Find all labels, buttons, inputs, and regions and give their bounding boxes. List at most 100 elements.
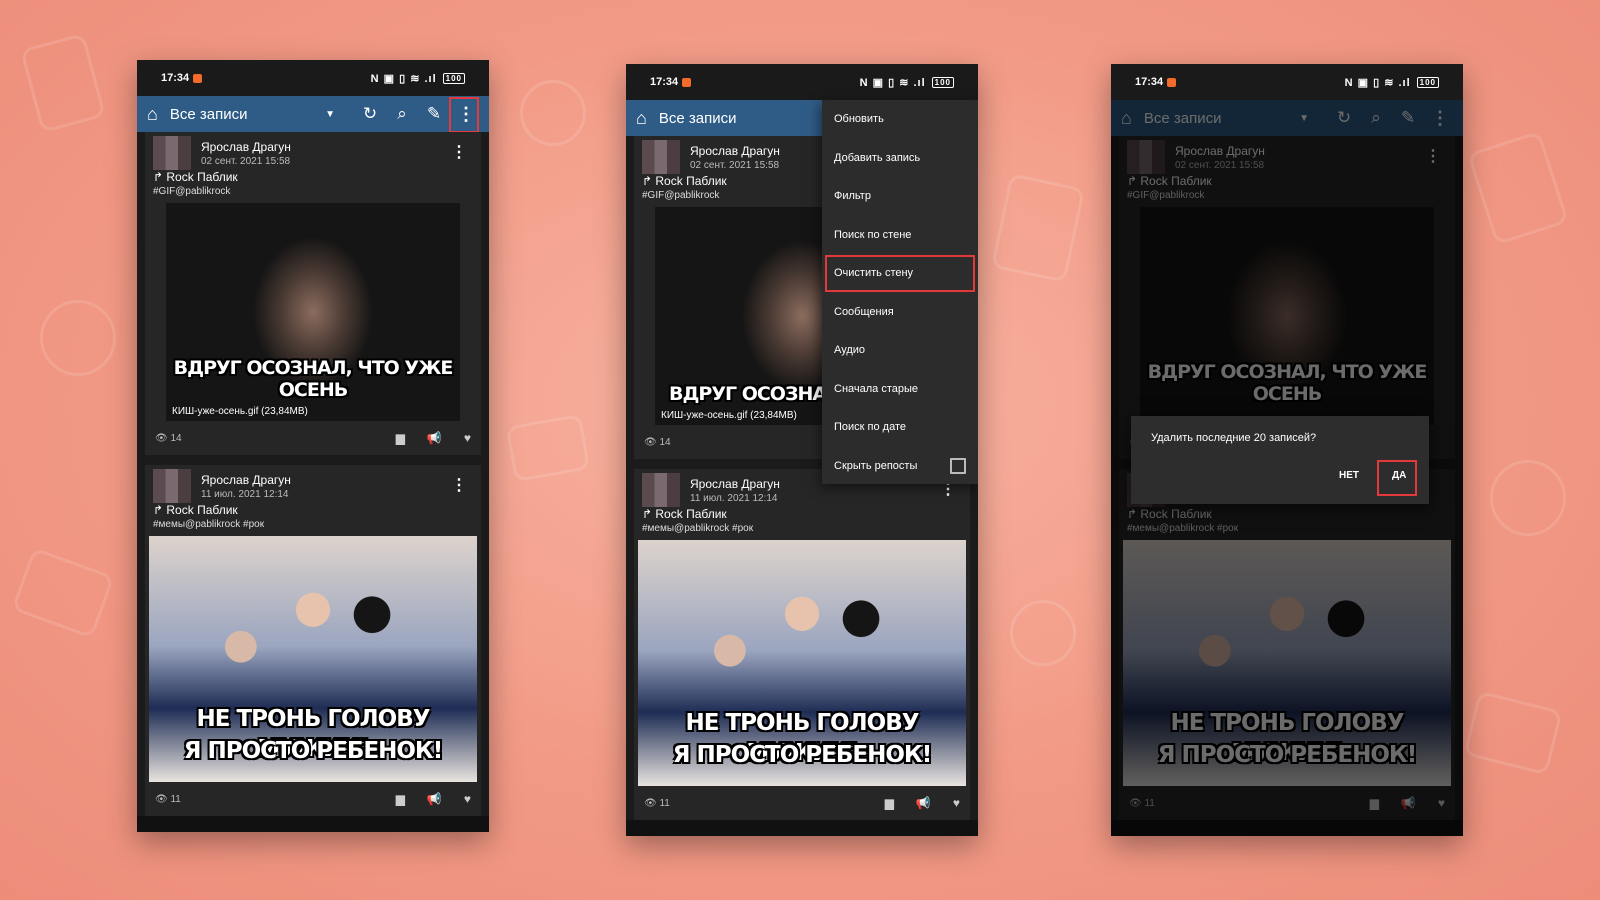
comment-icon[interactable]: ▆ xyxy=(396,792,405,806)
views-count: 👁 14 xyxy=(155,432,182,444)
post-card: Ярослав Драгун 11 июл. 2021 12:14 ⋮ ↱ Ro… xyxy=(145,465,481,816)
repost-source[interactable]: ↱ Rock Паблик xyxy=(145,170,481,184)
post-menu-icon[interactable]: ⋮ xyxy=(451,142,467,162)
share-icon[interactable]: 📢 xyxy=(427,792,442,806)
highlight-clear-wall xyxy=(825,255,975,292)
menu-item-refresh[interactable]: Обновить xyxy=(822,100,978,139)
like-icon[interactable]: ♥ xyxy=(464,792,471,806)
photo-caption-line2: Я ПРОСТО РЕБЕНОК! xyxy=(183,738,443,764)
highlight-more-button xyxy=(449,97,479,133)
wall-filter-title[interactable]: Все записи xyxy=(170,106,325,123)
avatar[interactable] xyxy=(642,140,680,174)
comment-icon[interactable]: ▆ xyxy=(396,431,405,445)
status-icons: N ▣ ▯ ≋ .ıl xyxy=(859,76,926,89)
dialog-message: Удалить последние 20 записей? xyxy=(1151,432,1317,444)
menu-item-label: Добавить запись xyxy=(834,151,921,164)
post-date: 11 июл. 2021 12:14 xyxy=(201,488,289,500)
views-value: 14 xyxy=(659,436,671,448)
menu-item-label: Сообщения xyxy=(834,305,894,318)
post-hashtags[interactable]: #GIF@pablikrock xyxy=(145,184,481,203)
avatar[interactable] xyxy=(153,136,191,170)
background-doodle xyxy=(11,547,115,639)
background-doodle xyxy=(19,32,107,134)
clock: 17:34 xyxy=(161,72,190,84)
menu-item-search-by-date[interactable]: Поиск по дате xyxy=(822,408,978,447)
avatar[interactable] xyxy=(642,473,680,507)
post-hashtags[interactable]: #мемы@pablikrock #рок xyxy=(634,521,970,540)
post-footer: 👁 14 ▆ 📢 ♥ xyxy=(145,421,481,455)
no-button[interactable]: НЕТ xyxy=(1339,470,1359,481)
gif-filename: КИШ-уже-осень.gif (23,84MB) xyxy=(661,410,797,421)
repost-source-label: Rock Паблик xyxy=(655,507,727,521)
status-bar: 17:34 N ▣ ▯ ≋ .ıl 100 xyxy=(1111,64,1463,100)
status-icons: N ▣ ▯ ≋ .ıl xyxy=(1344,76,1411,89)
background-doodle xyxy=(1010,600,1076,666)
menu-item-hide-reposts[interactable]: Скрыть репосты xyxy=(822,447,978,486)
menu-item-label: Поиск по стене xyxy=(834,228,912,241)
background-doodle xyxy=(1467,130,1569,246)
menu-item-audio[interactable]: Аудио xyxy=(822,331,978,370)
photo-caption-line2: Я ПРОСТО РЕБЕНОК! xyxy=(672,742,932,768)
post-footer: 👁 11 ▆ 📢 ♥ xyxy=(634,786,970,820)
menu-item-clear-wall[interactable]: Очистить стену xyxy=(822,254,978,293)
post-menu-icon[interactable]: ⋮ xyxy=(451,475,467,495)
like-icon[interactable]: ♥ xyxy=(464,431,471,445)
repost-source[interactable]: ↱ Rock Паблик xyxy=(634,507,970,521)
post-photo[interactable]: НЕ ТРОНЬ ГОЛОВУ МУЖИК! Я ПРОСТО РЕБЕНОК! xyxy=(149,536,477,782)
status-bar: 17:34 N ▣ ▯ ≋ .ıl 100 xyxy=(137,60,489,96)
hide-reposts-checkbox[interactable] xyxy=(950,457,966,474)
post-author[interactable]: Ярослав Драгун xyxy=(690,144,780,158)
avatar[interactable] xyxy=(153,469,191,503)
post-header: Ярослав Драгун 02 сент. 2021 15:58 xyxy=(145,132,481,174)
post-header: Ярослав Драгун 11 июл. 2021 12:14 xyxy=(145,465,481,507)
like-icon[interactable]: ♥ xyxy=(953,796,960,810)
post-hashtags[interactable]: #мемы@pablikrock #рок xyxy=(145,517,481,536)
menu-item-add-post[interactable]: Добавить запись xyxy=(822,139,978,178)
background-doodle xyxy=(505,413,591,483)
status-bar: 17:34 N ▣ ▯ ≋ .ıl 100 xyxy=(626,64,978,100)
post-photo[interactable]: НЕ ТРОНЬ ГОЛОВУ МУЖИК! Я ПРОСТО РЕБЕНОК! xyxy=(638,540,966,786)
background-doodle xyxy=(1490,460,1566,536)
views-value: 14 xyxy=(170,432,182,444)
background-doodle xyxy=(1463,690,1563,776)
clock: 17:34 xyxy=(1135,76,1164,88)
gif-filename: КИШ-уже-осень.gif (23,84MB) xyxy=(172,406,308,417)
post-date: 02 сент. 2021 15:58 xyxy=(690,159,780,171)
repost-source[interactable]: ↱ Rock Паблик xyxy=(145,503,481,517)
battery-icon: 100 xyxy=(1416,76,1439,88)
menu-item-wall-search[interactable]: Поиск по стене xyxy=(822,216,978,255)
menu-item-label: Аудио xyxy=(834,344,866,357)
background-doodle xyxy=(40,300,116,376)
post-author[interactable]: Ярослав Драгун xyxy=(201,140,291,154)
chevron-down-icon[interactable]: ▼ xyxy=(325,109,335,120)
views-value: 11 xyxy=(659,797,670,809)
post-gif[interactable]: ВДРУГ ОСОЗНАЛ, ЧТО УЖЕ ОСЕНЬ КИШ-уже-осе… xyxy=(166,203,460,421)
search-icon[interactable]: ⌕ xyxy=(389,104,415,124)
phone-screen-dialog: 17:34 N ▣ ▯ ≋ .ıl100 ⌂ Все записи ▼ ↻ ⌕ … xyxy=(1111,64,1463,836)
post-card: Ярослав Драгун 11 июл. 2021 12:14 ⋮ ↱ Ro… xyxy=(634,469,970,820)
menu-item-messages[interactable]: Сообщения xyxy=(822,293,978,332)
pencil-icon[interactable]: ✎ xyxy=(421,104,447,124)
home-icon[interactable]: ⌂ xyxy=(147,104,158,125)
gif-caption: ВДРУГ ОСОЗНАЛ, ЧТО УЖЕ ОСЕНЬ xyxy=(173,357,454,401)
battery-icon: 100 xyxy=(442,72,465,84)
repost-source-label: Rock Паблик xyxy=(166,170,238,184)
repost-source-label: Rock Паблик xyxy=(166,503,238,517)
share-icon[interactable]: 📢 xyxy=(916,796,931,810)
post-card: Ярослав Драгун 02 сент. 2021 15:58 ⋮ ↱ R… xyxy=(145,132,481,455)
menu-item-filter[interactable]: Фильтр xyxy=(822,177,978,216)
share-icon[interactable]: 📢 xyxy=(427,431,442,445)
notification-icon xyxy=(1167,77,1177,87)
highlight-yes-button xyxy=(1377,460,1417,496)
comment-icon[interactable]: ▆ xyxy=(885,796,894,810)
refresh-icon[interactable]: ↻ xyxy=(357,104,383,124)
background-doodle xyxy=(520,80,586,146)
notification-icon xyxy=(193,73,203,83)
menu-item-label: Фильтр xyxy=(834,190,871,203)
views-value: 11 xyxy=(170,793,181,805)
menu-item-label: Поиск по дате xyxy=(834,421,906,434)
post-author[interactable]: Ярослав Драгун xyxy=(201,473,291,487)
home-icon[interactable]: ⌂ xyxy=(636,108,647,129)
post-author[interactable]: Ярослав Драгун xyxy=(690,477,780,491)
menu-item-oldest-first[interactable]: Сначала старые xyxy=(822,370,978,409)
